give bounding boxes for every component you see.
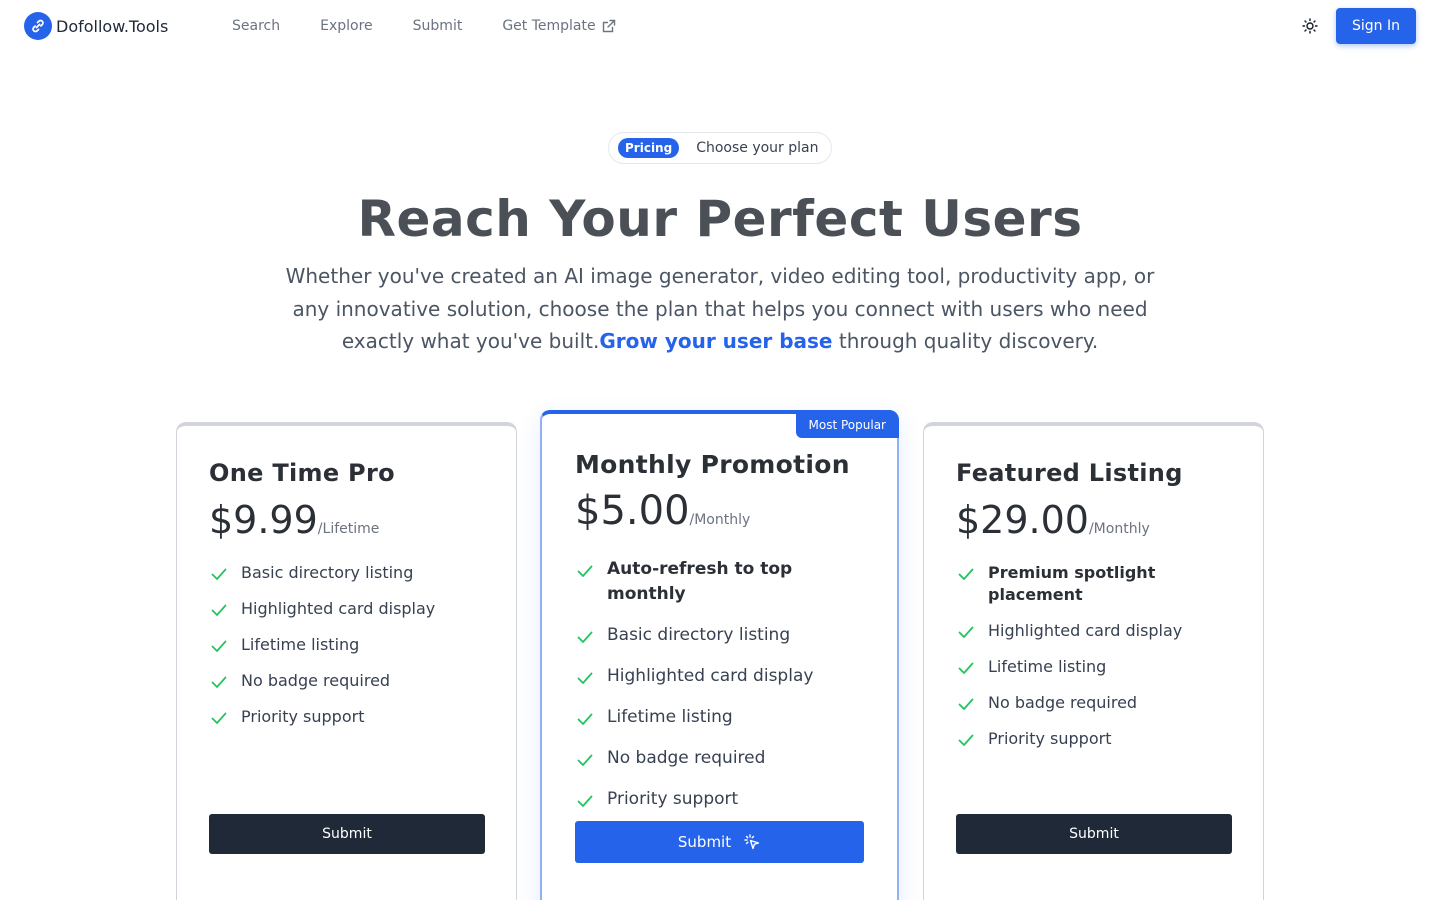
feature-item: Priority support <box>209 706 499 728</box>
feature-item: Priority support <box>575 787 875 812</box>
nav-search[interactable]: Search <box>212 16 300 36</box>
check-icon <box>958 662 974 674</box>
feature-text: Highlighted card display <box>988 621 1183 640</box>
plan-card-one-time-pro: One Time Pro $9.99 /Lifetime Basic direc… <box>176 422 517 900</box>
check-icon <box>577 713 593 725</box>
pricing-pill: Pricing Choose your plan <box>608 132 832 164</box>
feature-item: Basic directory listing <box>209 562 499 584</box>
site-header: Dofollow.Tools Search Explore Submit Get… <box>0 0 1440 52</box>
feature-item: Highlighted card display <box>575 664 875 689</box>
external-link-icon <box>602 19 615 33</box>
feature-list: Basic directory listing Highlighted card… <box>209 562 499 742</box>
logo-icon <box>24 12 52 40</box>
sign-in-button[interactable]: Sign In <box>1336 8 1416 44</box>
logo-link[interactable]: Dofollow.Tools <box>24 12 168 40</box>
price-row: $29.00 /Monthly <box>956 498 1150 542</box>
check-icon <box>958 626 974 638</box>
check-icon <box>958 568 974 580</box>
check-icon <box>577 565 593 577</box>
most-popular-badge: Most Popular <box>795 410 899 438</box>
feature-text: Basic directory listing <box>607 625 791 645</box>
feature-text: Premium spotlight placement <box>988 563 1156 604</box>
subtitle-tail: through quality discovery. <box>832 329 1099 353</box>
plan-name: Featured Listing <box>956 459 1183 487</box>
sun-icon <box>1302 18 1318 34</box>
plan-card-featured-listing: Featured Listing $29.00 /Monthly Premium… <box>923 422 1264 900</box>
feature-text: Priority support <box>988 729 1112 748</box>
plan-period: /Lifetime <box>317 521 380 537</box>
plan-name: Monthly Promotion <box>575 450 850 479</box>
check-icon <box>211 640 227 652</box>
hero-subtitle: Whether you've created an AI image gener… <box>270 260 1170 358</box>
submit-button-primary[interactable]: Submit <box>575 821 864 863</box>
submit-label: Submit <box>677 833 732 851</box>
feature-item: Highlighted card display <box>209 598 499 620</box>
nav-explore-label: Explore <box>320 18 373 34</box>
check-icon <box>577 795 593 807</box>
page-title: Reach Your Perfect Users <box>357 190 1083 248</box>
nav-get-template[interactable]: Get Template <box>482 16 635 36</box>
feature-text: Lifetime listing <box>607 707 733 727</box>
plan-price: $5.00 <box>575 488 690 534</box>
feature-text: Lifetime listing <box>241 635 360 654</box>
nav-explore[interactable]: Explore <box>300 16 393 36</box>
feature-item: No badge required <box>956 692 1246 714</box>
feature-item: Lifetime listing <box>575 705 875 730</box>
feature-item: Lifetime listing <box>956 656 1246 678</box>
nav-search-label: Search <box>232 18 281 34</box>
feature-list: Auto-refresh to top monthly Basic direct… <box>575 557 875 828</box>
feature-text: No badge required <box>607 748 766 768</box>
plan-card-monthly-promotion: Most Popular Monthly Promotion $5.00 /Mo… <box>540 410 899 900</box>
check-icon <box>577 631 593 643</box>
feature-item: Premium spotlight placement <box>956 562 1246 606</box>
feature-text: No badge required <box>988 693 1138 712</box>
check-icon <box>577 754 593 766</box>
submit-button[interactable]: Submit <box>209 814 485 854</box>
check-icon <box>211 604 227 616</box>
check-icon <box>211 568 227 580</box>
feature-item: Highlighted card display <box>956 620 1246 642</box>
feature-item: Basic directory listing <box>575 623 875 648</box>
feature-text: Auto-refresh to top monthly <box>607 559 793 604</box>
plan-price: $9.99 <box>209 498 318 542</box>
check-icon <box>958 698 974 710</box>
check-icon <box>211 676 227 688</box>
feature-text: Highlighted card display <box>241 599 436 618</box>
subtitle-highlight: Grow your user base <box>599 329 833 353</box>
feature-item: Lifetime listing <box>209 634 499 656</box>
plan-period: /Monthly <box>689 512 751 528</box>
nav-submit[interactable]: Submit <box>393 16 483 36</box>
check-icon <box>958 734 974 746</box>
logo-text: Dofollow.Tools <box>56 16 169 36</box>
pill-text: Choose your plan <box>696 140 819 156</box>
feature-text: No badge required <box>241 671 391 690</box>
feature-text: Lifetime listing <box>988 657 1107 676</box>
feature-text: Highlighted card display <box>607 666 814 686</box>
theme-toggle[interactable] <box>1298 14 1322 38</box>
feature-text: Priority support <box>241 707 365 726</box>
check-icon <box>577 672 593 684</box>
feature-item: Priority support <box>956 728 1246 750</box>
price-row: $9.99 /Lifetime <box>209 498 379 542</box>
main-nav: Search Explore Submit Get Template <box>212 16 636 36</box>
price-row: $5.00 /Monthly <box>575 488 750 534</box>
plan-period: /Monthly <box>1088 521 1150 537</box>
plan-price: $29.00 <box>956 498 1089 542</box>
feature-item: Auto-refresh to top monthly <box>575 557 875 607</box>
pointer-click-icon <box>744 834 760 850</box>
plan-name: One Time Pro <box>209 459 395 487</box>
check-icon <box>211 712 227 724</box>
feature-text: Priority support <box>607 789 739 809</box>
nav-submit-label: Submit <box>412 18 463 34</box>
feature-list: Premium spotlight placement Highlighted … <box>956 562 1246 764</box>
feature-text: Basic directory listing <box>241 563 414 582</box>
feature-item: No badge required <box>209 670 499 692</box>
feature-item: No badge required <box>575 746 875 771</box>
pricing-badge: Pricing <box>618 138 680 158</box>
submit-button[interactable]: Submit <box>956 814 1232 854</box>
nav-get-template-label: Get Template <box>502 18 596 34</box>
